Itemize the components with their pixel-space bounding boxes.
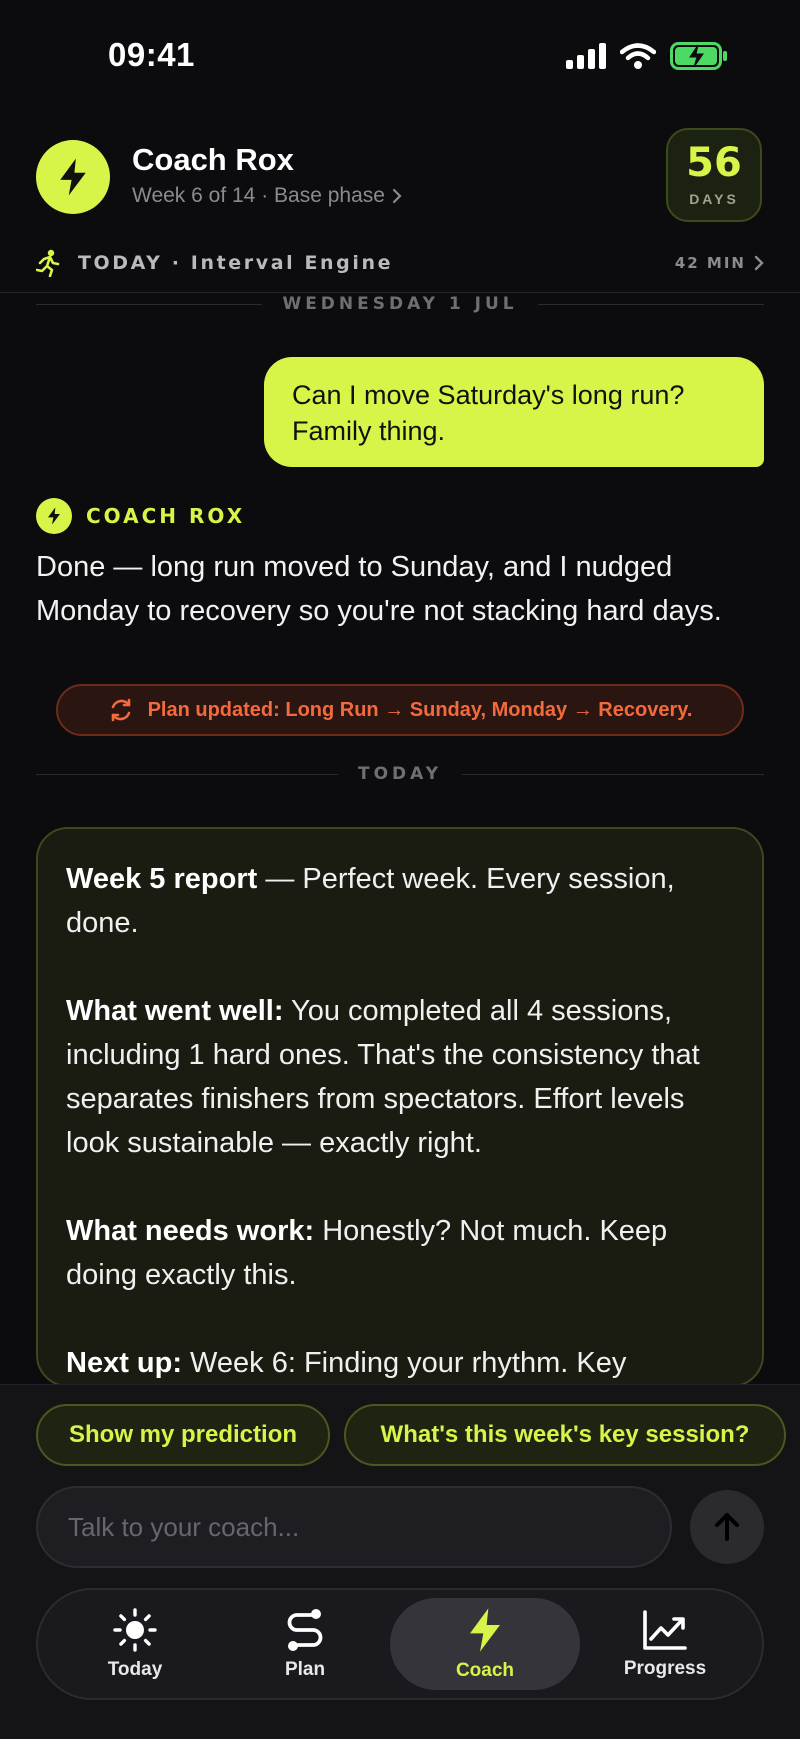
chevron-right-icon (392, 188, 402, 204)
coach-message-header: COACH ROX (36, 498, 245, 534)
plan-phase-link[interactable]: Week 6 of 14 · Base phase (132, 184, 403, 208)
message-input[interactable] (66, 1510, 670, 1544)
tab-label: Coach (455, 1660, 515, 1681)
report-heading: Next up: (66, 1347, 182, 1379)
bolt-icon (48, 507, 60, 525)
plan-updated-text: Plan updated: Long Run → Sunday, Monday … (147, 698, 693, 721)
date-divider-label: TODAY (358, 764, 442, 784)
chevron-right-icon (754, 255, 764, 271)
date-divider: TODAY (36, 764, 764, 784)
bolt-icon (60, 158, 86, 196)
status-time: 09:41 (108, 36, 195, 73)
report-paragraph: What went well: You completed all 4 sess… (66, 995, 700, 1159)
report-heading: Week 5 report (66, 863, 258, 895)
days-label: DAYS (689, 191, 739, 207)
weekly-report-card: Week 5 report — Perfect week. Every sess… (36, 827, 764, 1387)
report-paragraph: Next up: Week 6: Finding your rhythm. Ke… (66, 1347, 627, 1379)
sun-icon (113, 1608, 157, 1652)
tab-progress[interactable]: Progress (580, 1598, 750, 1690)
report-heading: What needs work: (66, 1215, 315, 1247)
send-button[interactable] (690, 1490, 764, 1564)
suggestion-chip-key-session[interactable]: What's this week's key session? (344, 1404, 786, 1466)
bolt-icon (470, 1608, 500, 1652)
coach-avatar[interactable] (36, 140, 110, 214)
report-heading: What went well: (66, 995, 284, 1027)
status-icons (566, 42, 728, 70)
tab-label: Plan (284, 1659, 326, 1680)
refresh-icon (111, 698, 130, 722)
suggestion-chip-prediction[interactable]: Show my prediction (36, 1404, 330, 1466)
trend-chart-icon (643, 1610, 687, 1650)
date-divider-label: WEDNESDAY 1 JUL (282, 294, 518, 314)
today-session-row[interactable]: TODAY · Interval Engine 42 MIN (36, 246, 764, 280)
tab-today[interactable]: Today (50, 1598, 220, 1690)
date-divider: WEDNESDAY 1 JUL (36, 294, 765, 314)
arrow-up-icon (715, 1513, 739, 1541)
signal-icon (566, 43, 606, 69)
coach-name: Coach Rox (132, 142, 294, 177)
today-session-label: TODAY · Interval Engine (78, 252, 394, 274)
coach-message-text: Done — long run moved to Sunday, and I n… (36, 551, 722, 627)
tab-label: Today (107, 1659, 163, 1680)
days-count: 56 (686, 140, 742, 186)
wifi-icon (620, 43, 656, 69)
plan-phase-text: Week 6 of 14 · Base phase (132, 184, 385, 207)
route-icon (287, 1609, 323, 1651)
tab-bar: Today Plan Coach Progress (36, 1588, 764, 1700)
report-paragraph: Week 5 report — Perfect week. Every sess… (66, 863, 675, 939)
tab-coach[interactable]: Coach (390, 1598, 580, 1690)
header-divider (0, 292, 800, 293)
message-composer[interactable] (36, 1486, 672, 1568)
coach-mini-avatar (36, 498, 72, 534)
report-paragraph: What needs work: Honestly? Not much. Kee… (66, 1215, 668, 1291)
battery-charging-icon (670, 42, 727, 70)
tab-label: Progress (623, 1658, 707, 1679)
coach-tag-label: COACH ROX (86, 504, 246, 528)
runner-icon (36, 249, 60, 277)
session-duration: 42 MIN (674, 254, 746, 272)
plan-updated-notice[interactable]: Plan updated: Long Run → Sunday, Monday … (56, 684, 744, 736)
tab-plan[interactable]: Plan (220, 1598, 390, 1690)
user-message-bubble: Can I move Saturday's long run? Family t… (264, 357, 764, 467)
days-countdown-badge[interactable]: 56 DAYS (666, 128, 762, 222)
